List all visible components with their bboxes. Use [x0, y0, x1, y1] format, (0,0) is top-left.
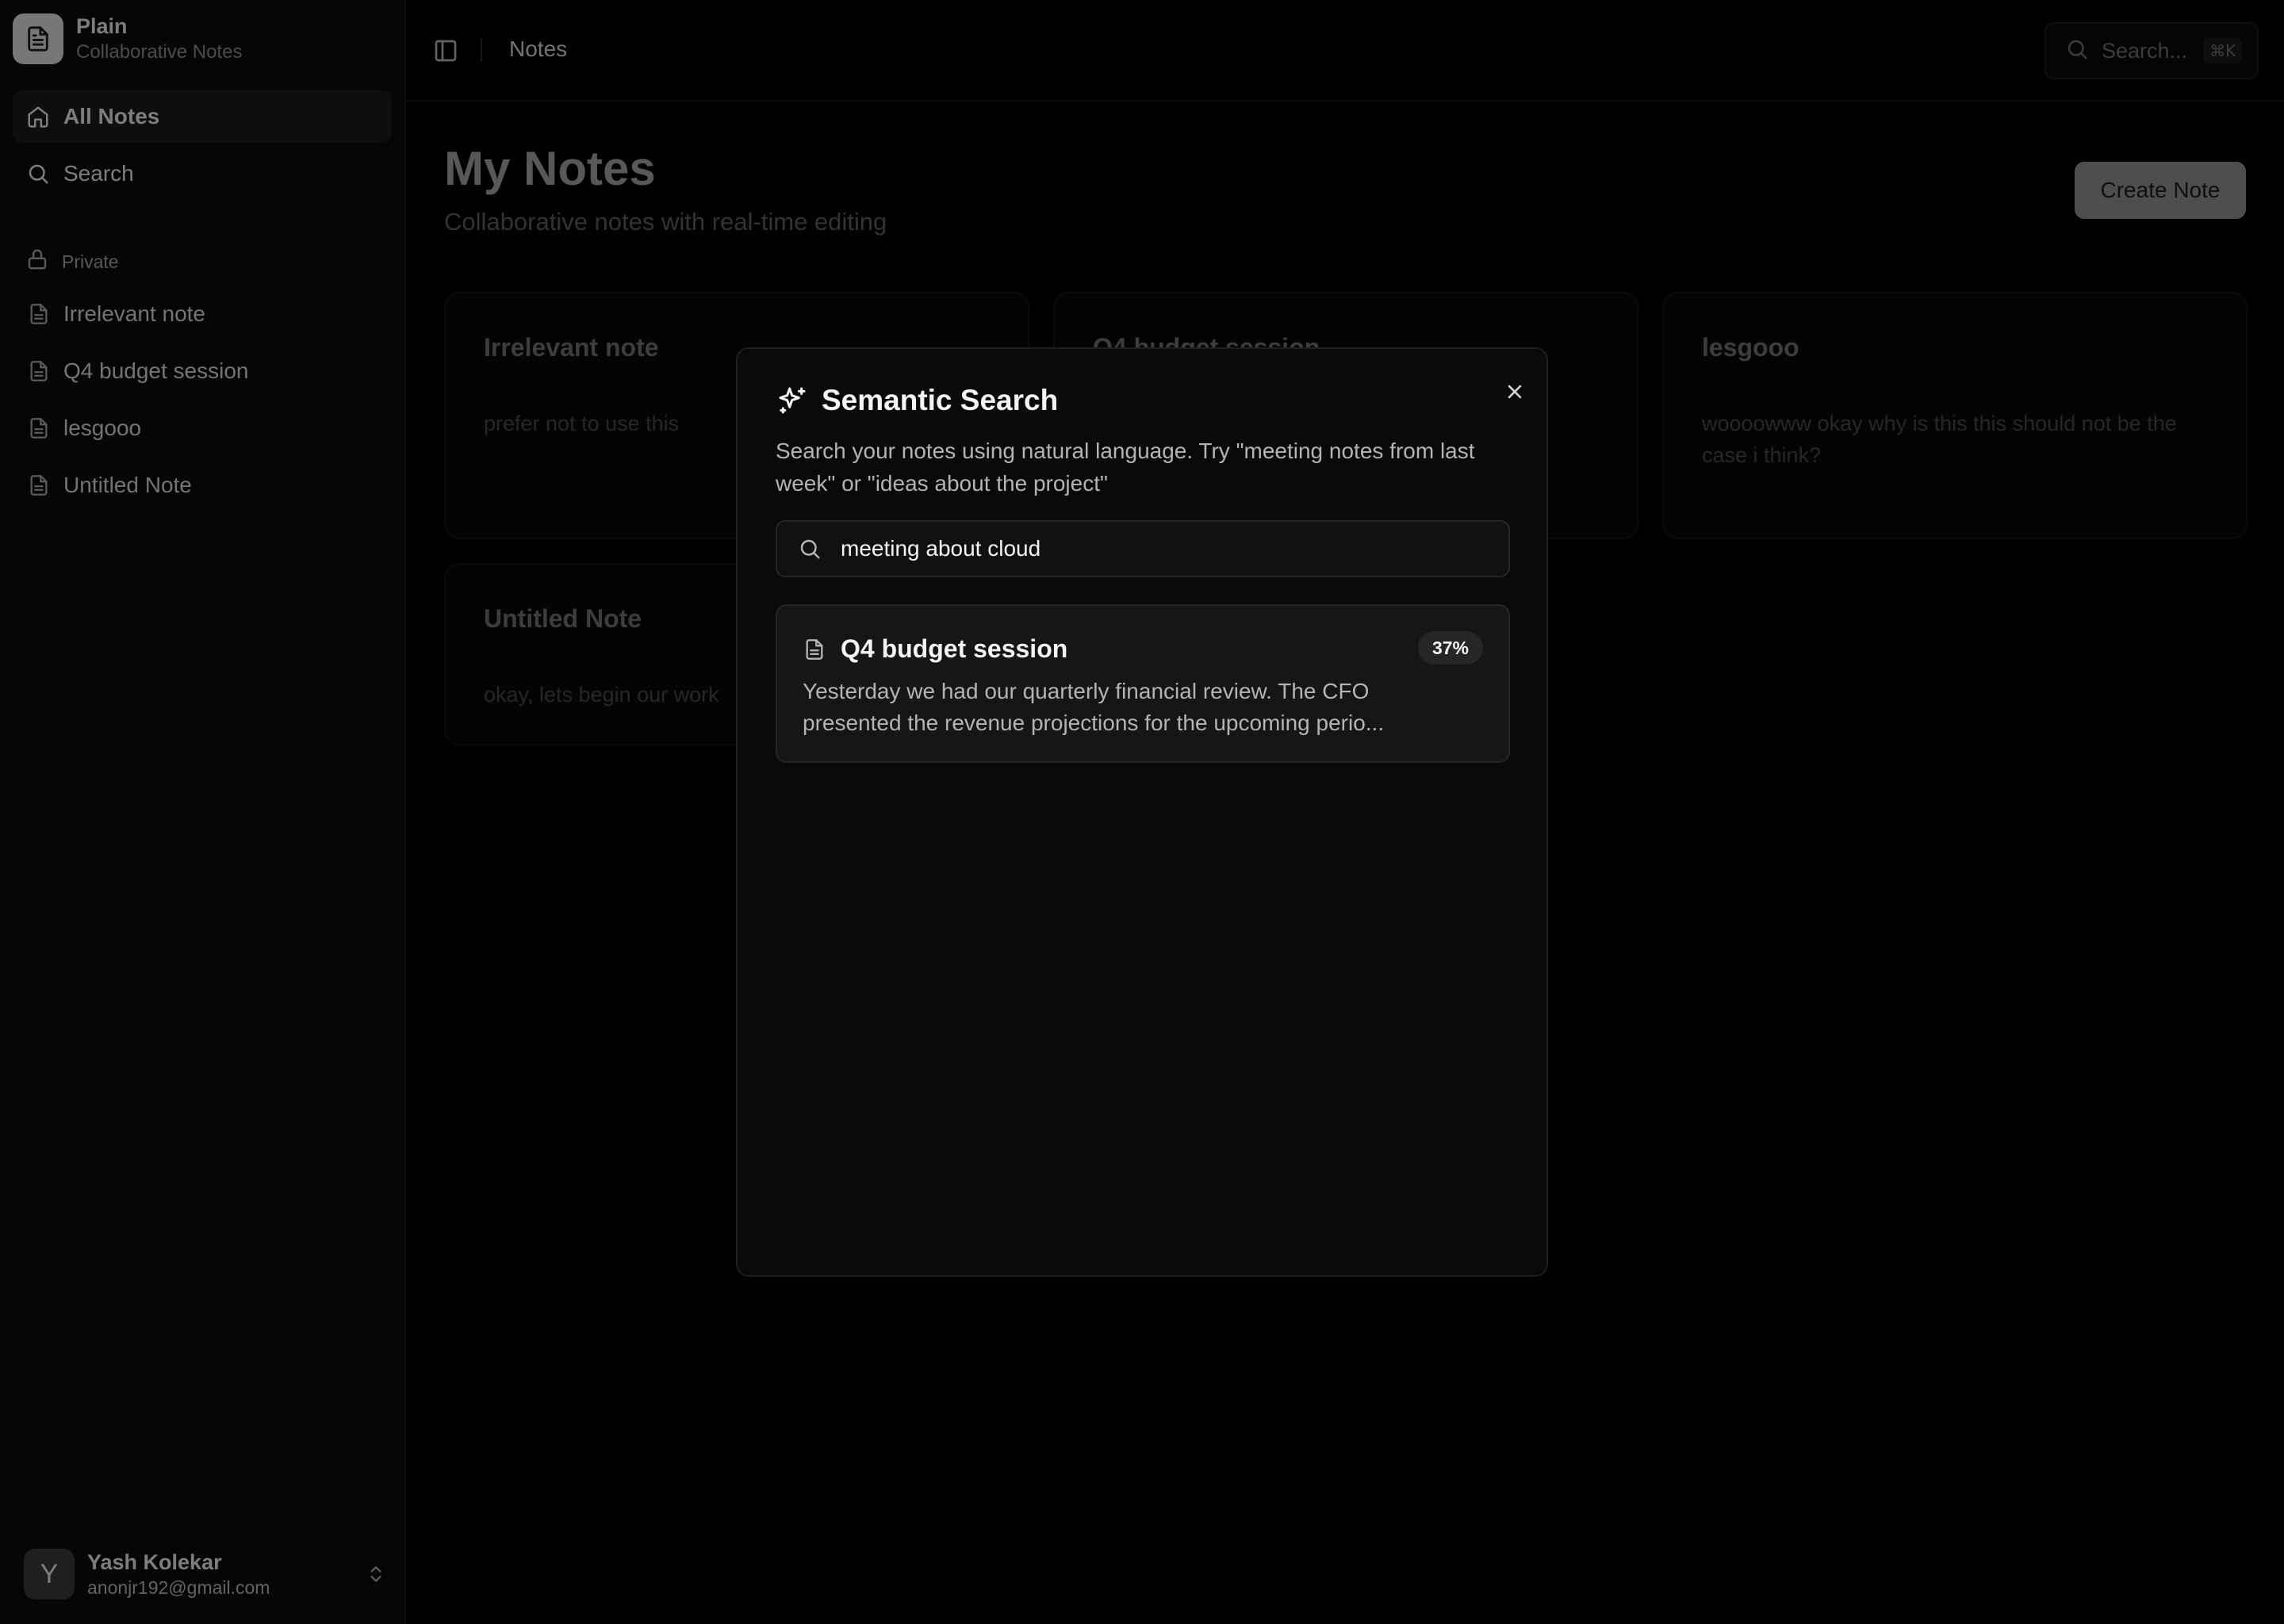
semantic-search-field[interactable] [776, 520, 1510, 577]
file-text-icon [803, 638, 826, 661]
search-result-snippet: Yesterday we had our quarterly financial… [803, 679, 1385, 735]
search-result-title: Q4 budget session [841, 634, 1068, 663]
semantic-search-dialog: Semantic Search Search your notes using … [736, 347, 1548, 1277]
sparkles-icon [776, 384, 809, 417]
relevance-score-badge: 37% [1417, 631, 1483, 665]
search-result-item[interactable]: Q4 budget session 37% Yesterday we had o… [776, 604, 1510, 763]
modal-description: Search your notes using natural language… [776, 439, 1475, 496]
close-icon[interactable] [1499, 376, 1531, 408]
search-icon [796, 535, 823, 562]
modal-title: Semantic Search [822, 384, 1059, 416]
semantic-search-input[interactable] [841, 536, 1475, 561]
